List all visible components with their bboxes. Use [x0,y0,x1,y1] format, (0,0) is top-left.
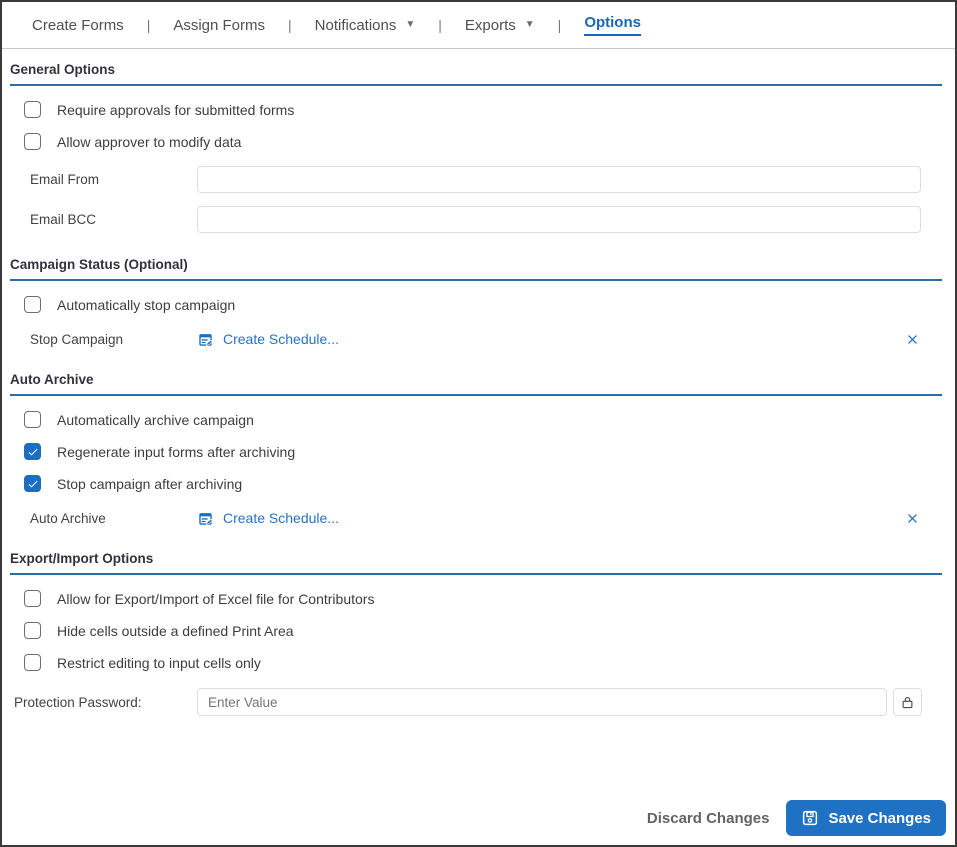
check-icon [28,480,37,487]
checkbox-label: Automatically stop campaign [57,296,236,313]
checkbox-row: Automatically stop campaign [24,296,942,313]
checkbox-label: Restrict editing to input cells only [57,654,261,671]
tab-notifications[interactable]: Notifications ▼ [315,17,416,34]
tab-assign-forms[interactable]: Assign Forms [173,17,265,34]
auto-archive-label: Auto Archive [30,510,106,526]
create-schedule-link-label: Create Schedule... [223,510,339,526]
checkbox-row: Allow approver to modify data [24,133,942,150]
stop-campaign-label: Stop Campaign [30,331,124,347]
checkbox-label: Regenerate input forms after archiving [57,443,296,460]
protection-password-input[interactable] [197,688,887,716]
create-schedule-link-stop-campaign[interactable]: Create Schedule... [197,331,339,348]
checkbox-label: Allow for Export/Import of Excel file fo… [57,590,375,607]
email-bcc-label: Email BCC [30,212,97,227]
checkbox-row: Restrict editing to input cells only [24,654,942,671]
checkbox-regenerate-forms[interactable] [24,443,41,460]
discard-changes-button[interactable]: Discard Changes [645,802,772,835]
nav-separator: | [557,17,562,33]
checkbox-allow-approver-modify[interactable] [24,133,41,150]
checkbox-label: Require approvals for submitted forms [57,101,295,118]
checkbox-row: Regenerate input forms after archiving [24,443,942,460]
lock-icon [902,696,913,708]
protection-password-label: Protection Password: [14,694,142,710]
calendar-edit-icon [199,333,213,346]
save-changes-label: Save Changes [828,809,931,827]
email-bcc-row: Email BCC [30,206,921,233]
checkbox-auto-archive-campaign[interactable] [24,411,41,428]
checkbox-row: Allow for Export/Import of Excel file fo… [24,590,942,607]
chevron-down-icon: ▼ [405,19,416,30]
tab-exports[interactable]: Exports ▼ [465,17,535,34]
close-icon [907,334,917,344]
checkbox-row: Automatically archive campaign [24,411,942,428]
nav-separator: | [146,17,151,33]
create-schedule-link-auto-archive[interactable]: Create Schedule... [197,510,339,527]
tab-notifications-label: Notifications [314,16,397,34]
tab-assign-forms-label: Assign Forms [173,16,266,34]
save-changes-button[interactable]: Save Changes [786,800,946,836]
tab-exports-label: Exports [464,16,516,34]
checkbox-auto-stop-campaign[interactable] [24,296,41,313]
email-from-label: Email From [30,172,100,187]
clear-schedule-button[interactable] [903,330,921,348]
nav-separator: | [438,17,442,33]
lock-button[interactable] [893,688,922,716]
checkbox-row: Stop campaign after archiving [24,475,942,492]
create-schedule-link-label: Create Schedule... [223,331,339,347]
protection-password-row: Protection Password: [14,688,922,716]
tab-create-forms-label: Create Forms [32,16,124,34]
nav-separator: | [288,17,292,33]
checkbox-label: Allow approver to modify data [57,133,242,150]
section-title-export-import: Export/Import Options [10,551,942,575]
options-page: Create Forms | Assign Forms | Notificati… [0,0,957,847]
tab-create-forms[interactable]: Create Forms [32,17,124,34]
checkbox-hide-cells-outside-print-area[interactable] [24,622,41,639]
checkbox-label: Automatically archive campaign [57,411,254,428]
email-from-row: Email From [30,166,921,193]
close-icon [907,513,917,523]
checkbox-row: Require approvals for submitted forms [24,101,942,118]
checkbox-label: Stop campaign after archiving [57,475,243,492]
section-title-campaign-status: Campaign Status (Optional) [10,257,942,281]
section-title-auto-archive: Auto Archive [10,372,942,396]
chevron-down-icon: ▼ [524,19,535,30]
email-from-input[interactable] [197,166,921,193]
checkbox-require-approvals[interactable] [24,101,41,118]
options-content: General Options Require approvals for su… [2,49,955,845]
checkbox-stop-campaign-after-archive[interactable] [24,475,41,492]
tab-options-label: Options [584,14,641,36]
footer-actions: Discard Changes Save Changes [2,800,955,845]
calendar-edit-icon [199,512,213,525]
check-icon [28,448,37,455]
checkbox-allow-excel-export-import[interactable] [24,590,41,607]
auto-archive-schedule-row: Auto Archive Create Schedule... [30,509,921,527]
section-title-general-options: General Options [10,62,942,86]
clear-schedule-button[interactable] [903,509,921,527]
email-bcc-input[interactable] [197,206,921,233]
tab-options[interactable]: Options [584,14,641,36]
checkbox-row: Hide cells outside a defined Print Area [24,622,942,639]
checkbox-label: Hide cells outside a defined Print Area [57,622,294,639]
save-icon [803,810,818,826]
top-nav: Create Forms | Assign Forms | Notificati… [2,2,955,49]
checkbox-restrict-editing-input-cells[interactable] [24,654,41,671]
stop-campaign-schedule-row: Stop Campaign Create Schedule... [30,330,921,348]
